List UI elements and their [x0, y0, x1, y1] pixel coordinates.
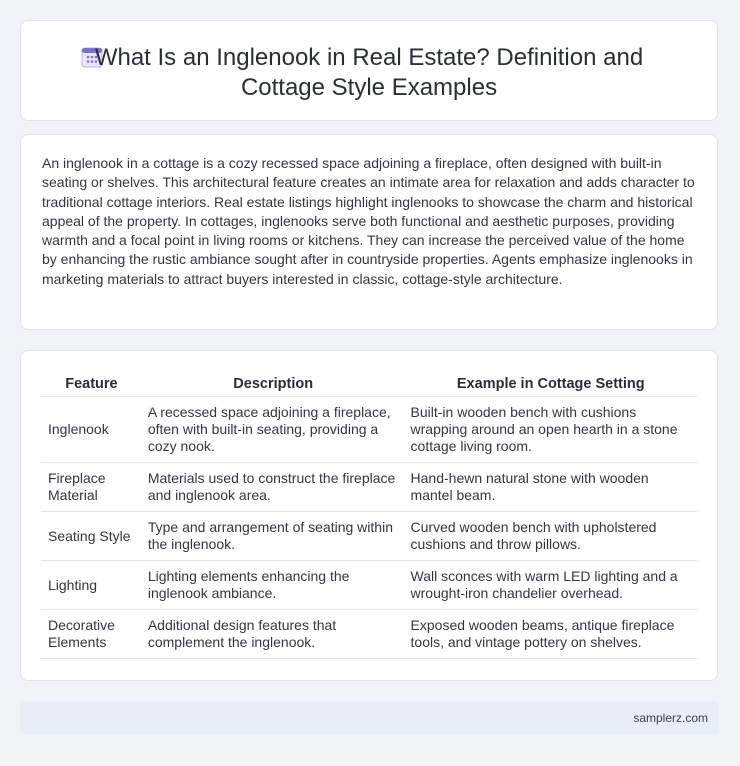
intro-paragraph: An inglenook in a cottage is a cozy rece… [42, 155, 695, 287]
title-card: What Is an Inglenook in Real Estate? Def… [20, 20, 718, 121]
feature-table: Feature Description Example in Cottage S… [41, 371, 697, 659]
column-header-example: Example in Cottage Setting [404, 371, 697, 397]
page-title-line-2: Cottage Style Examples [240, 74, 498, 101]
table-row: Inglenook A recessed space adjoining a f… [41, 396, 697, 463]
table-cell-example: Exposed wooden beams, antique fireplace … [404, 609, 697, 659]
page-title-line-1: What Is an Inglenook in Real Estate? Def… [94, 44, 644, 71]
table-header-row: Feature Description Example in Cottage S… [41, 371, 697, 397]
table-cell-description: Materials used to construct the fireplac… [141, 462, 405, 512]
footer-bar: samplerz.com [20, 701, 718, 735]
table-row: Decorative Elements Additional design fe… [41, 609, 697, 659]
table-cell-example: Hand-hewn natural stone with wooden mant… [404, 462, 697, 512]
column-header-feature: Feature [41, 371, 142, 397]
table-cell-description: A recessed space adjoining a fireplace, … [141, 396, 405, 463]
table-row: Lighting Lighting elements enhancing the… [41, 560, 697, 610]
table-cell-feature: Decorative Elements [41, 609, 142, 659]
table-cell-example: Curved wooden bench with upholstered cus… [404, 511, 697, 561]
table-cell-example: Built-in wooden bench with cushions wrap… [404, 396, 697, 463]
table-row: Seating Style Type and arrangement of se… [41, 511, 697, 561]
column-header-description: Description [141, 371, 405, 397]
intro-card: An inglenook in a cottage is a cozy rece… [20, 134, 718, 330]
table-cell-feature: Inglenook [41, 396, 142, 463]
table-cell-example: Wall sconces with warm LED lighting and … [404, 560, 697, 610]
table-cell-description: Type and arrangement of seating within t… [141, 511, 405, 561]
table-row: Fireplace Material Materials used to con… [41, 462, 697, 512]
table-cell-description: Lighting elements enhancing the inglenoo… [141, 560, 405, 610]
table-cell-feature: Lighting [41, 560, 142, 610]
table-cell-description: Additional design features that compleme… [141, 609, 405, 659]
page-title: What Is an Inglenook in Real Estate? Def… [21, 43, 717, 103]
table-cell-feature: Fireplace Material [41, 462, 142, 512]
footer-site-link[interactable]: samplerz.com [633, 711, 708, 725]
table-card: Feature Description Example in Cottage S… [20, 350, 718, 681]
table-cell-feature: Seating Style [41, 511, 142, 561]
